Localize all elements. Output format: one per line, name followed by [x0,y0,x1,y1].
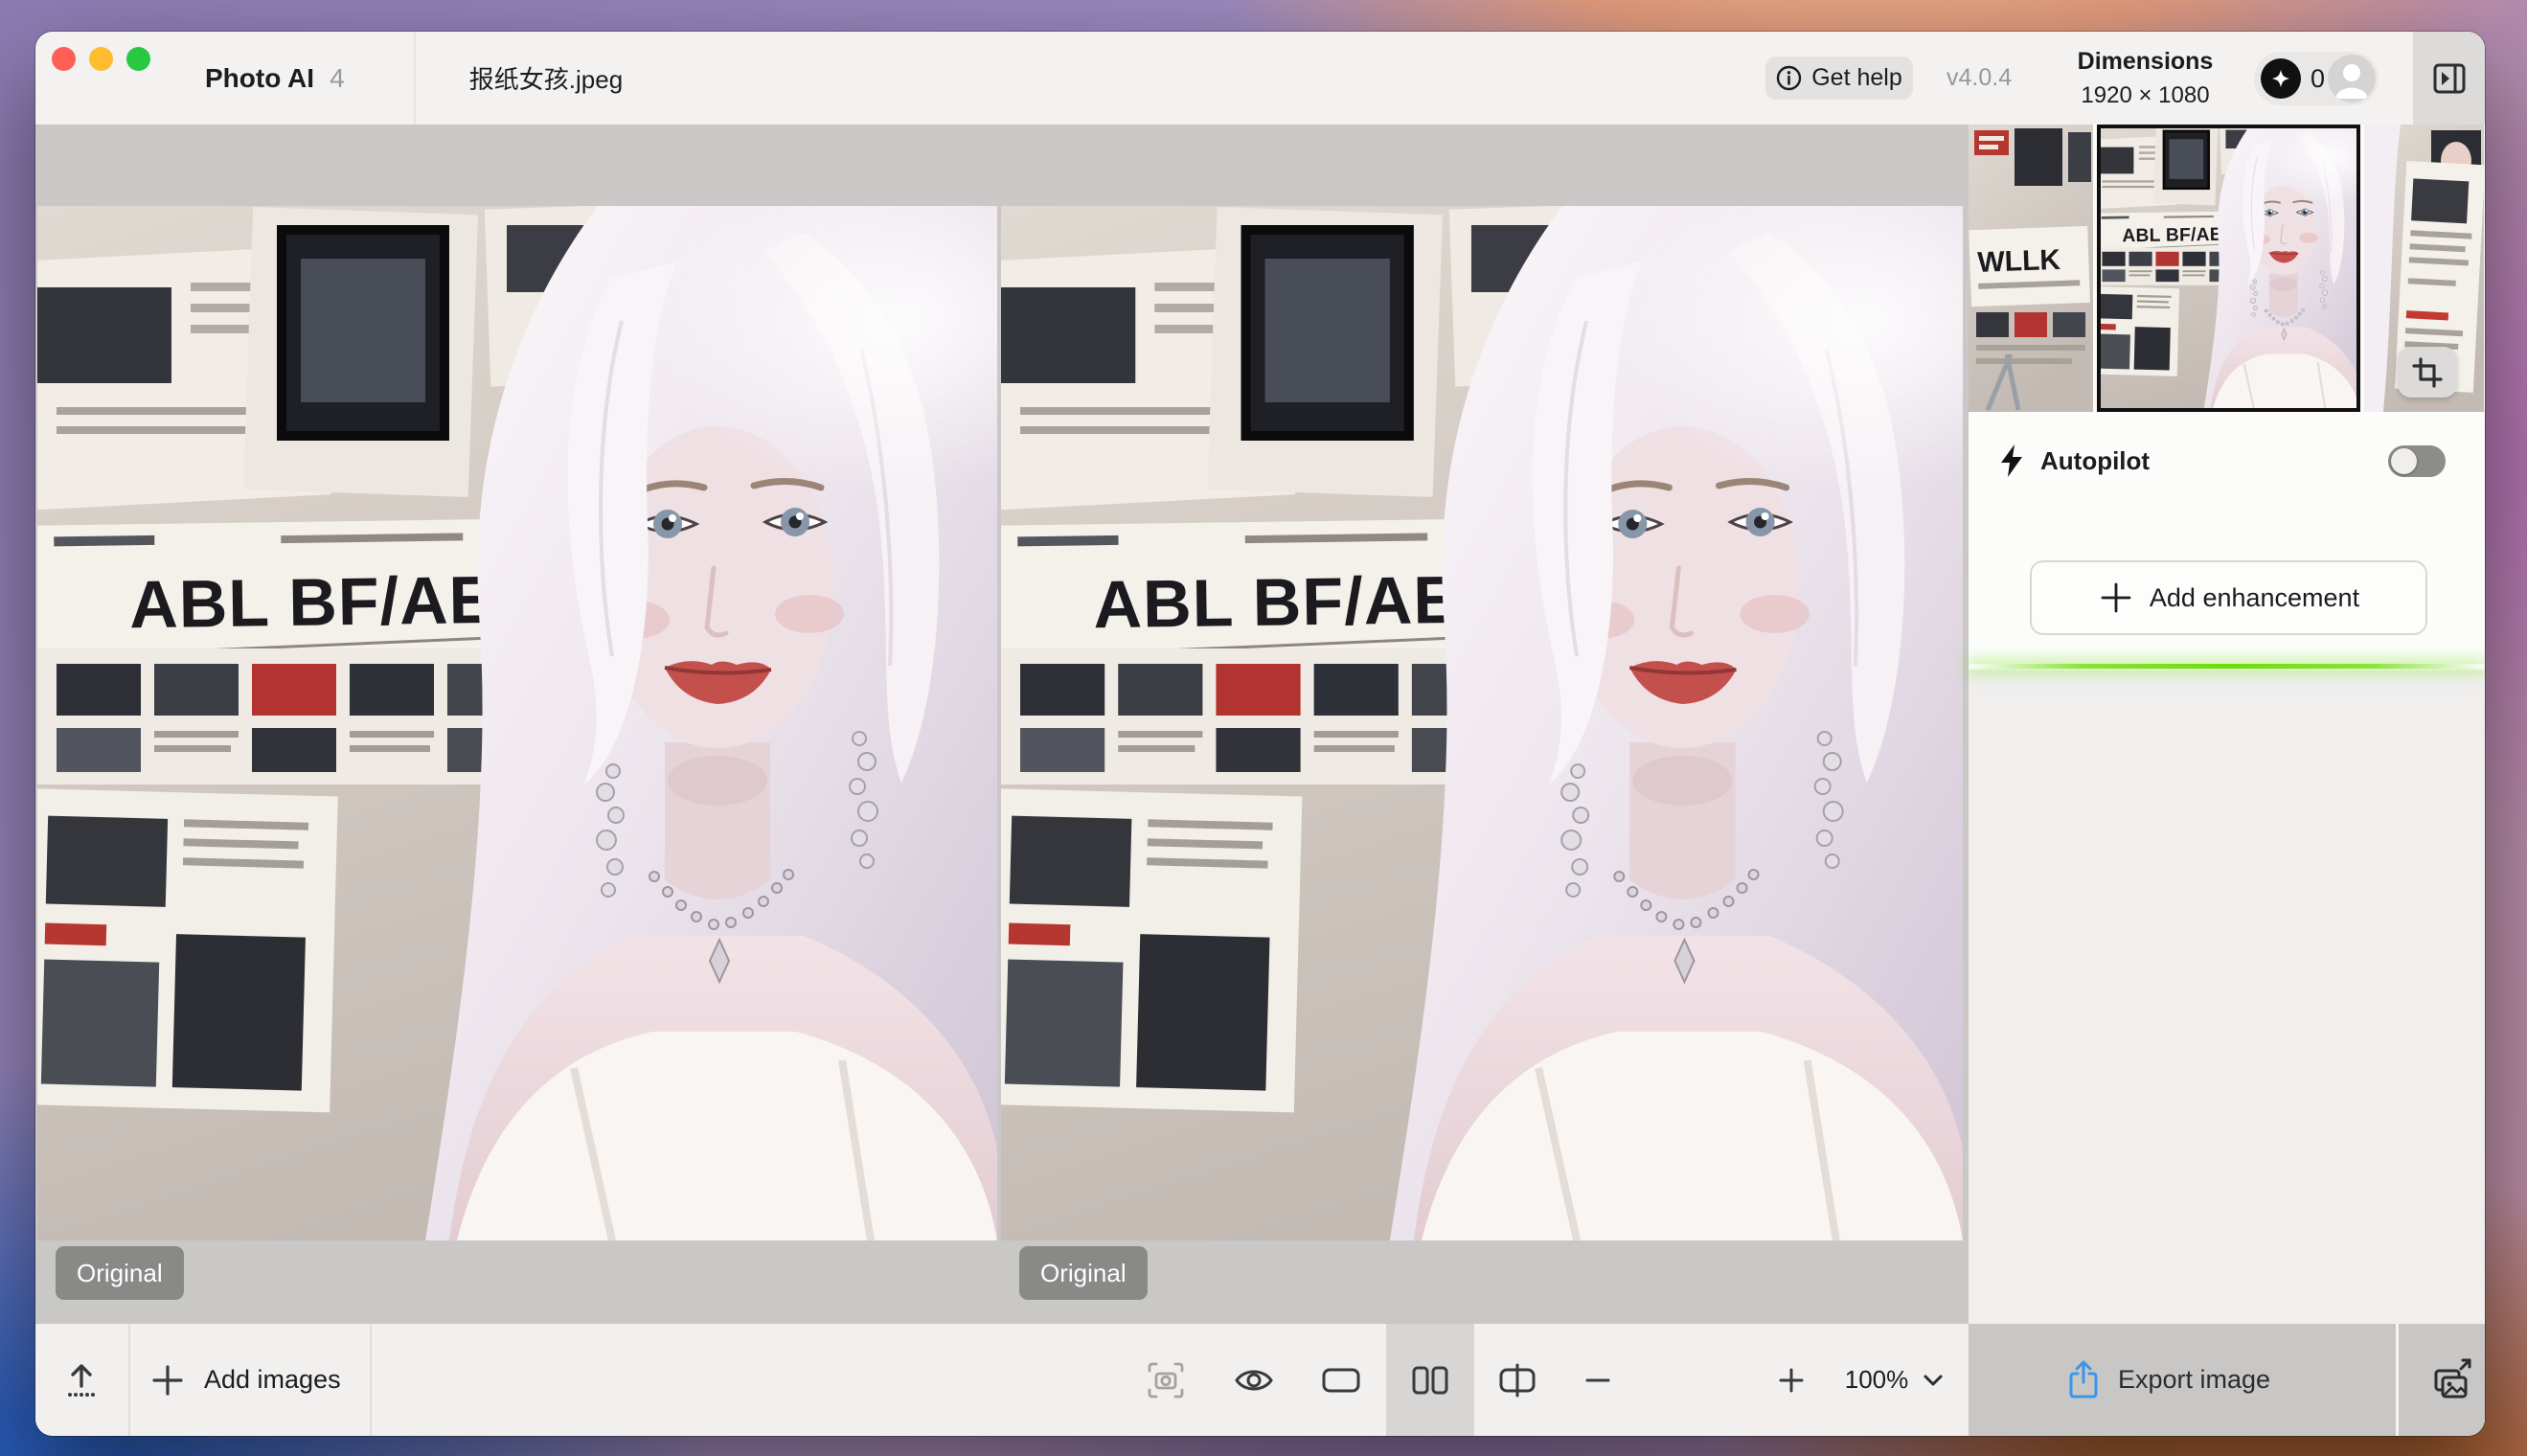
filename-tab[interactable]: 报纸女孩.jpeg [421,32,671,125]
export-queue-button[interactable] [2417,1324,2485,1436]
header-divider [414,32,416,125]
app-version: v4.0.4 [1946,32,2012,125]
preview-eye-icon [1232,1358,1276,1402]
right-sidebar: WLLK [1969,125,2485,1436]
bottom-toolbar: Add images [35,1324,1969,1436]
filmstrip-selection-border [2097,125,2360,412]
app-title-group: Photo AI 4 [205,32,345,125]
credits-star-icon [2261,58,2301,99]
filmstrip[interactable]: WLLK [1969,125,2484,412]
account-pill[interactable]: 0 [2254,52,2379,105]
toggle-knob [2391,448,2417,474]
add-enhancement-label: Add enhancement [2150,583,2359,613]
autopilot-toggle[interactable] [2388,445,2446,477]
add-images-label: Add images [204,1365,341,1395]
upload-icon [59,1358,103,1402]
title-bar: Photo AI 4 报纸女孩.jpeg Get help v4.0.4 Dim… [35,32,2485,125]
dimensions-label: Dimensions [2078,48,2214,76]
app-window: Photo AI 4 报纸女孩.jpeg Get help v4.0.4 Dim… [35,32,2485,1436]
autopilot-row: Autopilot [1995,437,2150,485]
chevron-down-icon [1920,1367,1946,1394]
split-compare-button[interactable] [1494,1324,1540,1436]
image-canvas[interactable]: Original Original [35,125,1969,1324]
zoom-in-icon [1777,1366,1806,1395]
share-icon [2064,1359,2103,1401]
side-by-side-view-icon [1408,1358,1452,1402]
zoom-out-button[interactable] [1575,1324,1621,1436]
panel-toggle-icon [2431,60,2468,97]
export-bar: Export image [1969,1324,2485,1436]
snapshot-camera-icon [1144,1358,1188,1402]
side-by-side-view-button[interactable] [1407,1324,1453,1436]
zoom-in-button[interactable] [1768,1324,1814,1436]
single-view-button[interactable] [1318,1324,1364,1436]
sidebar-lower-area [1969,671,2485,1324]
close-window-button[interactable] [52,47,76,71]
filmstrip-masthead-text: WLLK [1977,244,2061,279]
credits-count: 0 [2311,64,2325,94]
export-bar-divider [2396,1324,2399,1436]
toolbar-divider [370,1324,372,1436]
add-images-button[interactable]: Add images [148,1324,341,1436]
zoom-out-icon [1583,1366,1612,1395]
get-help-label: Get help [1811,64,1902,92]
zoom-level-value: 100% [1845,1365,1909,1395]
left-image-panel[interactable] [37,206,997,1240]
export-photos-icon [2428,1357,2474,1403]
filename-label: 报纸女孩.jpeg [469,60,623,96]
preview-button[interactable] [1231,1324,1277,1436]
minimize-window-button[interactable] [89,47,113,71]
export-image-button[interactable]: Export image [2064,1324,2270,1436]
info-icon [1776,65,1802,91]
export-image-label: Export image [2118,1365,2270,1395]
avatar[interactable] [2328,55,2376,102]
plus-icon [148,1361,187,1399]
right-image-panel[interactable] [1001,206,1963,1240]
dimensions-block: Dimensions 1920 × 1080 [2038,32,2253,125]
add-enhancement-button[interactable]: Add enhancement [2030,560,2427,635]
zoom-level-dropdown[interactable]: 100% [1836,1324,1917,1436]
split-compare-icon [1495,1358,1539,1402]
autopilot-bolt-icon [1995,443,2028,479]
crop-icon [2411,356,2444,389]
crop-button[interactable] [2398,347,2457,398]
single-view-icon [1319,1358,1363,1402]
upload-button[interactable] [55,1324,108,1436]
get-help-button[interactable]: Get help [1765,57,1913,100]
plus-icon [2098,580,2134,616]
zoom-dropdown-chevron[interactable] [1911,1324,1955,1436]
snapshot-button[interactable] [1143,1324,1189,1436]
autopilot-label: Autopilot [2040,446,2150,476]
dimensions-value: 1920 × 1080 [2081,82,2209,109]
left-image-badge: Original [56,1246,184,1300]
panel-toggle-button[interactable] [2413,32,2485,125]
zoom-window-button[interactable] [126,47,150,71]
image-count: 4 [330,63,345,94]
app-title: Photo AI [205,63,314,94]
progress-glow-line [1969,664,2485,669]
toolbar-divider [128,1324,130,1436]
right-image-badge: Original [1019,1246,1148,1300]
filmstrip-left-frame[interactable]: WLLK [1969,125,2093,412]
